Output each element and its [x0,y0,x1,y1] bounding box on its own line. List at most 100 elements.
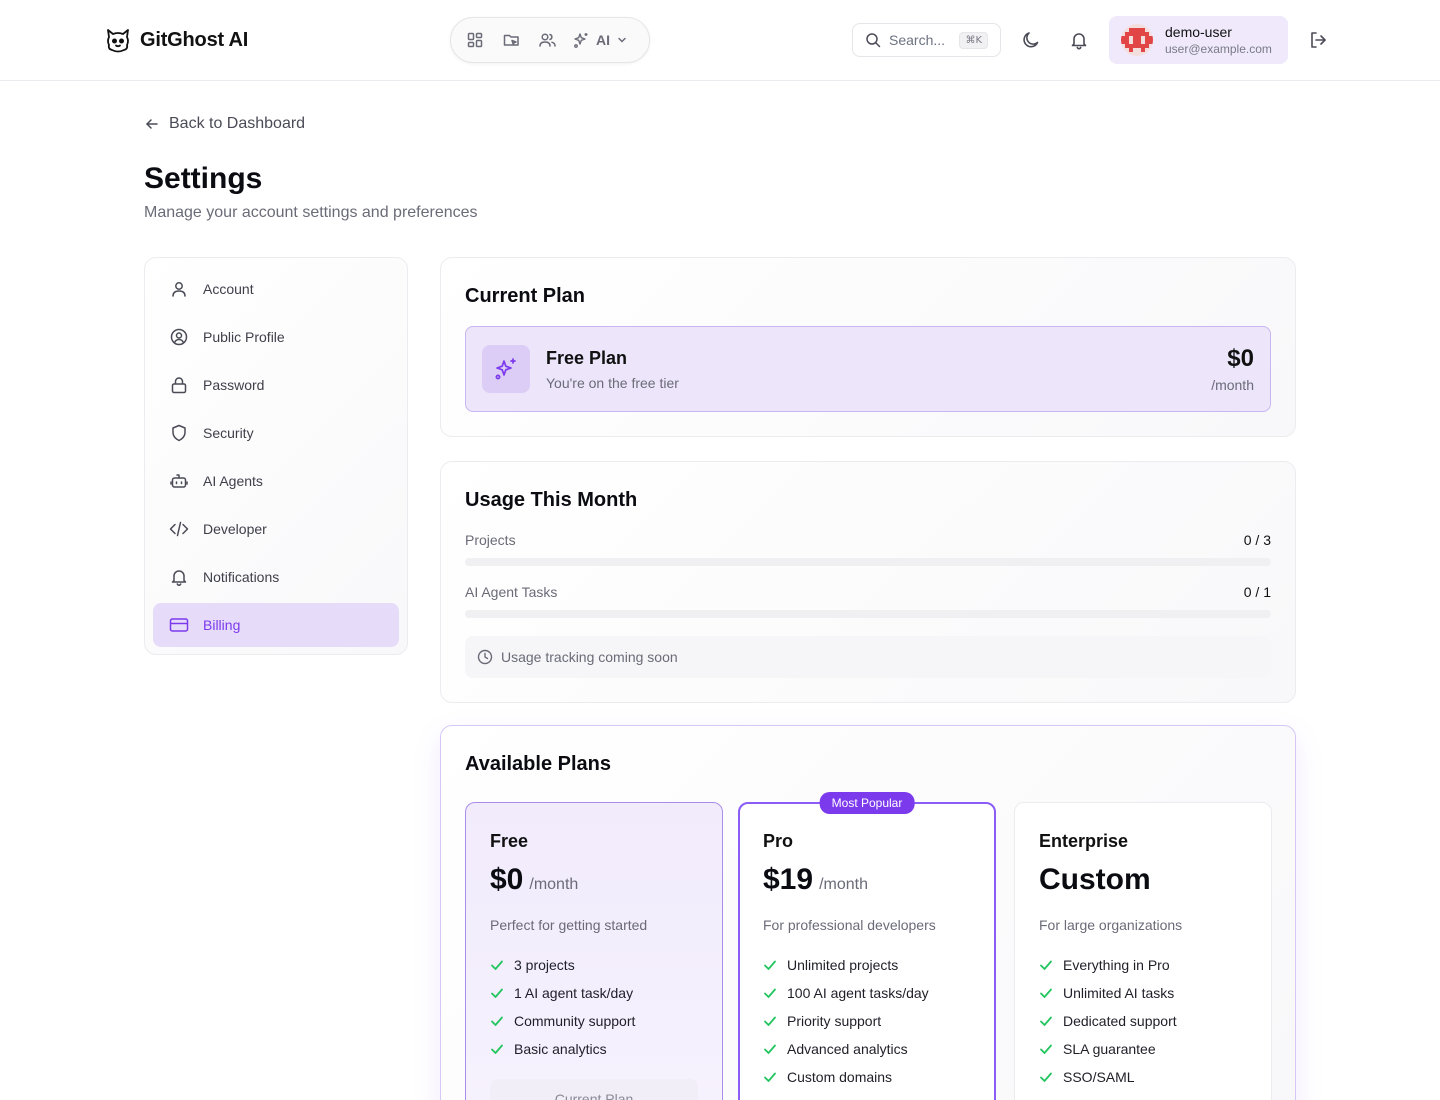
plan-description: You're on the free tier [546,375,679,391]
search-shortcut: ⌘K [959,31,988,49]
code-icon [169,519,189,539]
user-info: demo-user user@example.com [1165,24,1272,56]
plan-feature-text: Dedicated support [1063,1013,1177,1029]
projects-folder-icon[interactable] [501,30,521,50]
page-subtitle: Manage your account settings and prefere… [144,204,478,221]
plan-feature: Advanced analytics [763,1035,929,1063]
sidebar-item-security[interactable]: Security [153,411,399,455]
credit-card-icon [169,615,189,635]
plan-card-name: Free [490,831,529,851]
current-plan-title: Current Plan [465,285,586,307]
plan-card-enterprise: Enterprise Custom For large organization… [1014,802,1272,1100]
back-label: Back to Dashboard [169,115,306,132]
search-icon [865,32,881,48]
plan-card-amount: Custom [1039,863,1151,896]
plan-feature-text: Unlimited AI tasks [1063,985,1175,1001]
sidebar-item-label: Developer [203,521,267,537]
available-plans-title: Available Plans [465,753,611,775]
plan-feature: Basic analytics [490,1035,635,1063]
sidebar-item-label: Notifications [203,569,280,585]
plan-feature-text: Unlimited projects [787,957,899,973]
theme-toggle-moon-icon[interactable] [1019,28,1043,52]
plan-card-description: Perfect for getting started [490,917,648,933]
plan-feature: Community support [490,1007,635,1035]
plan-feature-text: Community support [514,1013,636,1029]
plan-feature-text: SLA guarantee [1063,1041,1156,1057]
chevron-down-icon [616,34,628,46]
plan-card-price: Custom [1039,863,1151,897]
plan-card-price: $19 /month [763,863,868,897]
usage-ai-tasks-value: 0 / 1 [1243,584,1271,600]
plan-card-features: Everything in Pro Unlimited AI tasks Dedic… [1039,951,1177,1100]
users-icon[interactable] [537,30,557,50]
avatar [1121,24,1153,56]
plan-feature: Team collaboration [763,1091,929,1100]
plan-feature: Everything in Pro [1039,951,1177,979]
user-menu[interactable]: demo-user user@example.com [1109,16,1288,64]
page-title: Settings [144,162,263,195]
plan-name: Free Plan [546,348,628,368]
plan-feature-text: Priority support [787,1013,882,1029]
plan-card-name: Pro [763,831,794,851]
check-icon [763,1014,777,1028]
plan-feature: 1 AI agent task/day [490,979,635,1007]
check-icon [1039,1014,1053,1028]
check-icon [490,958,504,972]
sidebar-item-ai-agents[interactable]: AI Agents [153,459,399,503]
sidebar-item-password[interactable]: Password [153,363,399,407]
usage-ai-tasks-label: AI Agent Tasks [465,584,558,600]
app-logo[interactable]: GitGhost AI [104,26,248,54]
bell-icon [169,567,189,587]
usage-projects-label: Projects [465,532,516,548]
sidebar-item-developer[interactable]: Developer [153,507,399,551]
plan-feature-text: Custom domains [787,1069,893,1085]
plan-feature-text: 3 projects [514,957,575,973]
plan-feature: SLA guarantee [1039,1035,1177,1063]
current-plan-summary: Free Plan You're on the free tier $0 /mo… [465,326,1271,412]
plan-card-description: For large organizations [1039,917,1183,933]
plan-card-description: For professional developers [763,917,936,933]
sparkles-icon [482,345,530,393]
plan-card-name: Enterprise [1039,831,1129,851]
check-icon [763,1042,777,1056]
check-icon [763,986,777,1000]
plan-feature: 3 projects [490,951,635,979]
sidebar-item-account[interactable]: Account [153,267,399,311]
back-to-dashboard-link[interactable]: Back to Dashboard [144,115,305,133]
usage-projects-value: 0 / 3 [1243,532,1271,548]
plan-feature-text: 100 AI agent tasks/day [787,985,929,1001]
plan-card-amount: $0 [490,863,524,896]
main-nav: AI [450,17,650,63]
sidebar-item-label: Public Profile [203,329,285,345]
search-box[interactable]: Search... ⌘K [852,23,1001,57]
notifications-bell-icon[interactable] [1067,28,1091,52]
plan-feature: SSO/SAML [1039,1063,1177,1091]
dashboard-icon[interactable] [465,30,485,50]
sparkles-icon [573,32,590,49]
logout-icon[interactable] [1306,28,1330,52]
shield-icon [169,423,189,443]
check-icon [490,1014,504,1028]
plan-card-features: 3 projects 1 AI agent task/day Community s… [490,951,635,1063]
usage-card: Usage This Month Projects 0 / 3 AI Agent… [440,461,1296,703]
plan-feature: 100 AI agent tasks/day [763,979,929,1007]
user-email: user@example.com [1165,42,1272,56]
sidebar-item-notifications[interactable]: Notifications [153,555,399,599]
check-icon [1039,986,1053,1000]
current-plan-button[interactable]: Current Plan [490,1079,698,1100]
user-name: demo-user [1165,24,1232,40]
plan-price: $0 [1227,345,1254,372]
usage-note: Usage tracking coming soon [465,636,1271,678]
ai-menu-dropdown[interactable]: AI [573,32,628,49]
sidebar-item-public-profile[interactable]: Public Profile [153,315,399,359]
plan-card-features: Unlimited projects 100 AI agent tasks/day… [763,951,929,1100]
sidebar-item-billing[interactable]: Billing [153,603,399,647]
check-icon [1039,1042,1053,1056]
check-icon [490,1042,504,1056]
plan-card-period: /month [819,876,868,893]
plan-feature: Audit logs [1039,1091,1177,1100]
plan-feature-text: SSO/SAML [1063,1069,1135,1085]
ghost-logo-icon [104,26,132,54]
plan-feature: Unlimited projects [763,951,929,979]
most-popular-badge: Most Popular [819,792,915,814]
